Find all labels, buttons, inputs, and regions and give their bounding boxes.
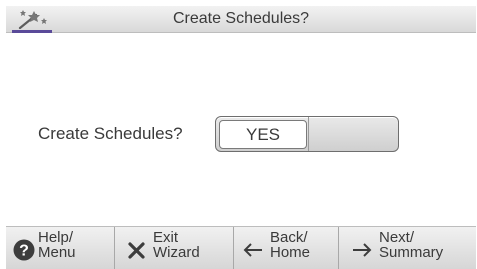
active-indicator xyxy=(12,30,52,33)
back-home-button[interactable]: Back/ Home xyxy=(234,227,339,269)
exit-wizard-label: Exit Wizard xyxy=(153,229,200,261)
toggle-yes-option[interactable]: YES xyxy=(219,120,307,149)
next-summary-button[interactable]: Next/ Summary xyxy=(339,227,476,269)
yes-no-toggle[interactable]: YES xyxy=(215,116,399,152)
page-title: Create Schedules? xyxy=(172,10,310,27)
footer-toolbar: ? Help/ Menu Exit Wizard Back/ Home Next… xyxy=(6,226,476,269)
help-menu-label: Help/ Menu xyxy=(38,229,76,261)
help-icon: ? xyxy=(13,239,35,261)
wizard-screen: Create Schedules? Create Schedules? YES … xyxy=(6,6,476,269)
create-schedules-label: Create Schedules? xyxy=(38,124,183,143)
arrow-right-icon xyxy=(353,243,372,257)
arrow-left-icon xyxy=(243,243,262,257)
toggle-divider xyxy=(308,117,309,151)
svg-text:?: ? xyxy=(19,243,29,260)
exit-wizard-button[interactable]: Exit Wizard xyxy=(115,227,234,269)
next-summary-label: Next/ Summary xyxy=(379,229,444,261)
back-home-label: Back/ Home xyxy=(270,229,311,261)
close-icon xyxy=(128,242,145,259)
help-menu-button[interactable]: ? Help/ Menu xyxy=(6,227,115,269)
title-bar: Create Schedules? xyxy=(6,6,476,33)
